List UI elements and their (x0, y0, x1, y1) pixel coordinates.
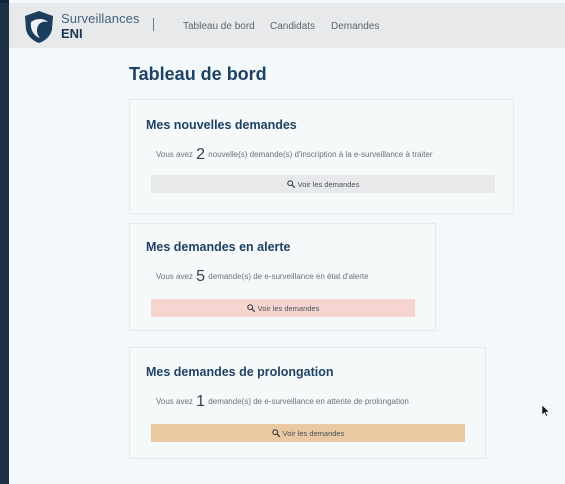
search-icon (271, 429, 280, 437)
card-demandes-en-alerte: Mes demandes en alerte Vous avez 5 deman… (129, 223, 436, 331)
card-title: Mes demandes en alerte (146, 240, 291, 254)
message-suffix: nouvelle(s) demande(s) d'inscription à l… (208, 150, 433, 159)
request-count: 1 (196, 393, 206, 410)
nav-separator (153, 18, 154, 31)
message-suffix: demande(s) de e-surveillance en attente … (208, 397, 409, 406)
message-prefix: Vous avez (156, 150, 193, 159)
mouse-cursor-icon (542, 405, 550, 417)
card-title: Mes nouvelles demandes (146, 118, 297, 132)
nav-tableau-de-bord[interactable]: Tableau de bord (183, 21, 255, 32)
request-count: 2 (196, 146, 206, 163)
search-icon (246, 304, 255, 312)
logo-text-eni[interactable]: ENI (61, 26, 83, 41)
top-navbar: Surveillances ENI Tableau de bord Candid… (9, 3, 565, 48)
card-demandes-de-prolongation: Mes demandes de prolongation Vous avez 1… (129, 347, 486, 459)
app-screen: Surveillances ENI Tableau de bord Candid… (9, 0, 565, 484)
message-suffix: demande(s) de e-surveillance en état d'a… (208, 272, 369, 281)
message-prefix: Vous avez (156, 397, 193, 406)
voir-demandes-button[interactable]: Voir les demandes (151, 424, 465, 442)
card-message: Vous avez 5 demande(s) de e-surveillance… (156, 268, 369, 286)
message-prefix: Vous avez (156, 272, 193, 281)
button-label: Voir les demandes (282, 428, 345, 438)
button-label: Voir les demandes (297, 179, 360, 189)
button-label: Voir les demandes (257, 303, 320, 313)
search-icon (286, 180, 295, 188)
voir-demandes-button[interactable]: Voir les demandes (151, 299, 415, 317)
logo-text-surveillances[interactable]: Surveillances (61, 11, 140, 26)
card-message: Vous avez 2 nouvelle(s) demande(s) d'ins… (156, 146, 433, 164)
voir-demandes-button[interactable]: Voir les demandes (151, 175, 495, 193)
eagle-shield-logo-icon[interactable] (21, 9, 57, 45)
card-message: Vous avez 1 demande(s) de e-surveillance… (156, 393, 409, 411)
card-title: Mes demandes de prolongation (146, 365, 334, 379)
card-nouvelles-demandes: Mes nouvelles demandes Vous avez 2 nouve… (129, 99, 514, 214)
nav-candidats[interactable]: Candidats (270, 21, 315, 32)
page-title: Tableau de bord (129, 64, 267, 84)
nav-demandes[interactable]: Demandes (331, 21, 379, 32)
request-count: 5 (196, 268, 206, 285)
